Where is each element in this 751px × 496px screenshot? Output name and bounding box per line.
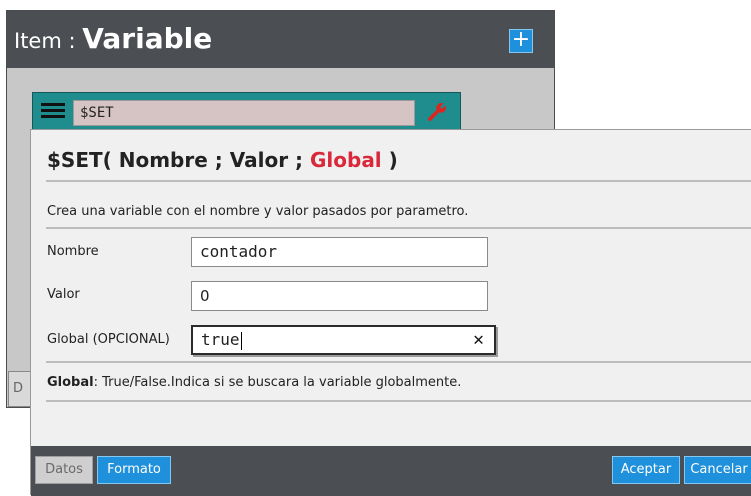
divider (46, 180, 751, 182)
item-header: Item : Variable + (7, 11, 554, 68)
nombre-label: Nombre (47, 244, 99, 259)
cancel-button[interactable]: Cancelar (684, 456, 751, 484)
dialog-footer: Datos Formato Aceptar Cancelar (31, 446, 751, 496)
item-title-separator: : (61, 29, 83, 53)
dialog-description: Crea una variable con el nombre y valor … (47, 204, 469, 219)
valor-label: Valor (47, 287, 80, 302)
wrench-icon[interactable] (425, 100, 449, 124)
item-title-name: Variable (82, 22, 213, 55)
divider (46, 227, 751, 229)
help-term: Global (47, 375, 94, 390)
dialog-title: $SET( Nombre ; Valor ; Global ) (47, 148, 398, 172)
global-input-value: true (201, 330, 240, 349)
dialog-title-global: Global (309, 148, 382, 172)
accept-button[interactable]: Aceptar (612, 456, 680, 484)
item-title-prefix: Item (14, 29, 62, 53)
add-button[interactable]: + (509, 29, 533, 53)
dialog-title-close: ) (381, 148, 398, 172)
valor-input[interactable]: 0 (191, 281, 488, 311)
item-expression-field[interactable]: $SET (73, 100, 415, 126)
formato-button[interactable]: Formato (97, 456, 171, 484)
function-dialog: $SET( Nombre ; Valor ; Global ) Crea una… (30, 129, 751, 496)
hamburger-menu-icon[interactable] (41, 103, 65, 121)
text-caret (240, 331, 242, 350)
nombre-input[interactable]: contador (191, 237, 488, 267)
divider (46, 361, 751, 363)
help-description: : True/False.Indica si se buscara la var… (93, 375, 462, 390)
clear-icon[interactable]: ✕ (473, 329, 484, 351)
item-title: Item : Variable (14, 22, 212, 60)
datos-button[interactable]: Datos (35, 456, 93, 484)
dialog-title-signature: $SET( Nombre ; Valor ; (47, 148, 310, 172)
divider (46, 400, 751, 402)
global-label: Global (OPCIONAL) (47, 332, 170, 347)
help-text: Global: True/False.Indica si se buscara … (47, 375, 461, 390)
global-input[interactable]: true ✕ (191, 325, 496, 355)
